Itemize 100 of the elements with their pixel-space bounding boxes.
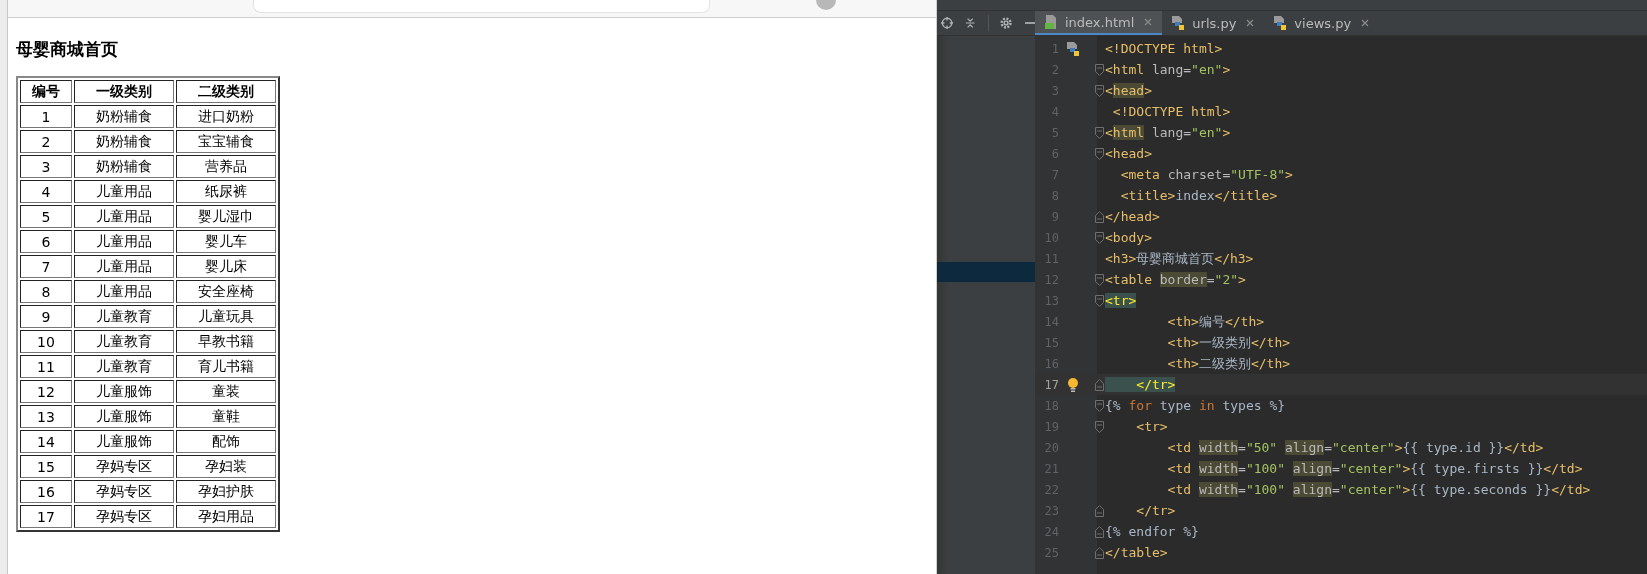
code-line: <html lang="en"> [1105, 62, 1231, 77]
table-cell: 早教书籍 [176, 330, 276, 353]
code-line: <head> [1105, 83, 1152, 98]
code-line: <title>index</title> [1119, 188, 1278, 203]
code-line: <html lang="en"> [1105, 125, 1231, 140]
table-cell: 纸尿裤 [176, 180, 276, 203]
fold-icon[interactable] [1094, 546, 1104, 559]
table-cell: 婴儿湿巾 [176, 205, 276, 228]
editor-tab[interactable]: views.py [1264, 11, 1380, 35]
fold-icon[interactable] [1094, 84, 1104, 97]
table-cell: 10 [20, 330, 72, 353]
table-cell: 孕妈专区 [74, 480, 174, 503]
table-cell: 儿童用品 [74, 230, 174, 253]
table-cell: 孕妇用品 [176, 505, 276, 528]
table-cell: 童鞋 [176, 405, 276, 428]
lightbulb-icon[interactable] [1067, 376, 1079, 393]
table-cell: 儿童用品 [74, 255, 174, 278]
close-icon[interactable] [1246, 19, 1255, 27]
code-line: <!DOCTYPE html> [1111, 104, 1231, 119]
table-cell: 孕妈专区 [74, 505, 174, 528]
code-line: <!DOCTYPE html> [1105, 41, 1223, 56]
column-header: 一级类别 [74, 80, 174, 103]
code-line: <h3>母婴商城首页</h3> [1105, 249, 1254, 268]
table-cell: 奶粉辅食 [74, 155, 174, 178]
table-cell: 进口奶粉 [176, 105, 276, 128]
table-cell: 1 [20, 105, 72, 128]
code-line: </head> [1105, 209, 1160, 224]
code-line: <head> [1105, 146, 1152, 161]
close-icon[interactable] [1361, 19, 1370, 27]
table-cell: 8 [20, 280, 72, 303]
code-line: <td width="100" align="center">{{ type.seconds }}</td> [1166, 482, 1591, 497]
table-cell: 15 [20, 455, 72, 478]
fold-icon[interactable] [1094, 126, 1104, 139]
crosshair-icon[interactable] [941, 16, 954, 30]
python-file-icon [1170, 15, 1187, 31]
table-cell: 17 [20, 505, 72, 528]
code-line: <td width="50" align="center">{{ type.id }}</td> [1166, 440, 1544, 455]
fold-icon[interactable] [1094, 294, 1104, 307]
fold-icon[interactable] [1094, 378, 1104, 391]
fold-icon[interactable] [1094, 504, 1104, 517]
fold-icon[interactable] [1094, 399, 1104, 412]
close-icon[interactable] [1144, 18, 1153, 26]
table-cell: 儿童用品 [74, 205, 174, 228]
code-line: </tr> [1135, 503, 1176, 518]
code-line: {% for type in types %} [1105, 398, 1286, 413]
table-cell: 儿童用品 [74, 280, 174, 303]
table-cell: 配饰 [176, 430, 276, 453]
table-cell: 儿童用品 [74, 180, 174, 203]
table-cell: 童装 [176, 380, 276, 403]
table-cell: 儿童玩具 [176, 305, 276, 328]
code-line: <meta charset="UTF-8"> [1119, 167, 1293, 182]
python-file-icon [1272, 15, 1289, 31]
line-number: 17 [1043, 377, 1059, 392]
table-cell: 儿童服饰 [74, 430, 174, 453]
fold-icon[interactable] [1094, 525, 1104, 538]
code-line: <th>编号</th> [1166, 312, 1265, 331]
table-cell: 奶粉辅食 [74, 130, 174, 153]
fold-icon[interactable] [1094, 273, 1104, 286]
fold-icon[interactable] [1094, 210, 1104, 223]
code-line: <td width="100" align="center">{{ type.firsts }}</td> [1166, 461, 1583, 476]
code-line: </table> [1105, 545, 1168, 560]
python-file-icon [1065, 40, 1081, 57]
fold-icon[interactable] [1094, 420, 1104, 433]
html-file-icon [1043, 14, 1059, 30]
fold-icon[interactable] [1094, 63, 1104, 76]
table-cell: 儿童服饰 [74, 380, 174, 403]
code-line: <body> [1105, 230, 1152, 245]
fold-icon[interactable] [1094, 231, 1104, 244]
table-cell: 孕妇装 [176, 455, 276, 478]
table-cell: 儿童教育 [74, 305, 174, 328]
table-cell: 儿童服饰 [74, 405, 174, 428]
table-cell: 6 [20, 230, 72, 253]
table-cell: 婴儿车 [176, 230, 276, 253]
page-heading: 母婴商城首页 [16, 38, 119, 61]
code-line: <th>一级类别</th> [1166, 333, 1291, 352]
minimize-icon[interactable] [1024, 22, 1036, 24]
table-cell: 孕妈专区 [74, 455, 174, 478]
code-line: {% endfor %} [1105, 524, 1199, 539]
table-cell: 14 [20, 430, 72, 453]
table-cell: 7 [20, 255, 72, 278]
editor-tab[interactable]: index.html [1035, 11, 1163, 35]
collapse-icon[interactable] [965, 16, 976, 30]
column-header: 编号 [20, 80, 72, 103]
table-cell: 营养品 [176, 155, 276, 178]
table-cell: 13 [20, 405, 72, 428]
table-cell: 4 [20, 180, 72, 203]
table-cell: 5 [20, 205, 72, 228]
table-cell: 11 [20, 355, 72, 378]
table-cell: 12 [20, 380, 72, 403]
table-cell: 孕妇护肤 [176, 480, 276, 503]
table-cell: 宝宝辅食 [176, 130, 276, 153]
table-cell: 3 [20, 155, 72, 178]
code-line: <table border="2"> [1105, 272, 1246, 287]
editor-tab[interactable]: urls.py [1162, 11, 1265, 35]
table-cell: 9 [20, 305, 72, 328]
fold-icon[interactable] [1094, 147, 1104, 160]
table-cell: 16 [20, 480, 72, 503]
settings-icon[interactable] [1000, 16, 1013, 30]
table-cell: 育儿书籍 [176, 355, 276, 378]
table-cell: 儿童教育 [74, 355, 174, 378]
